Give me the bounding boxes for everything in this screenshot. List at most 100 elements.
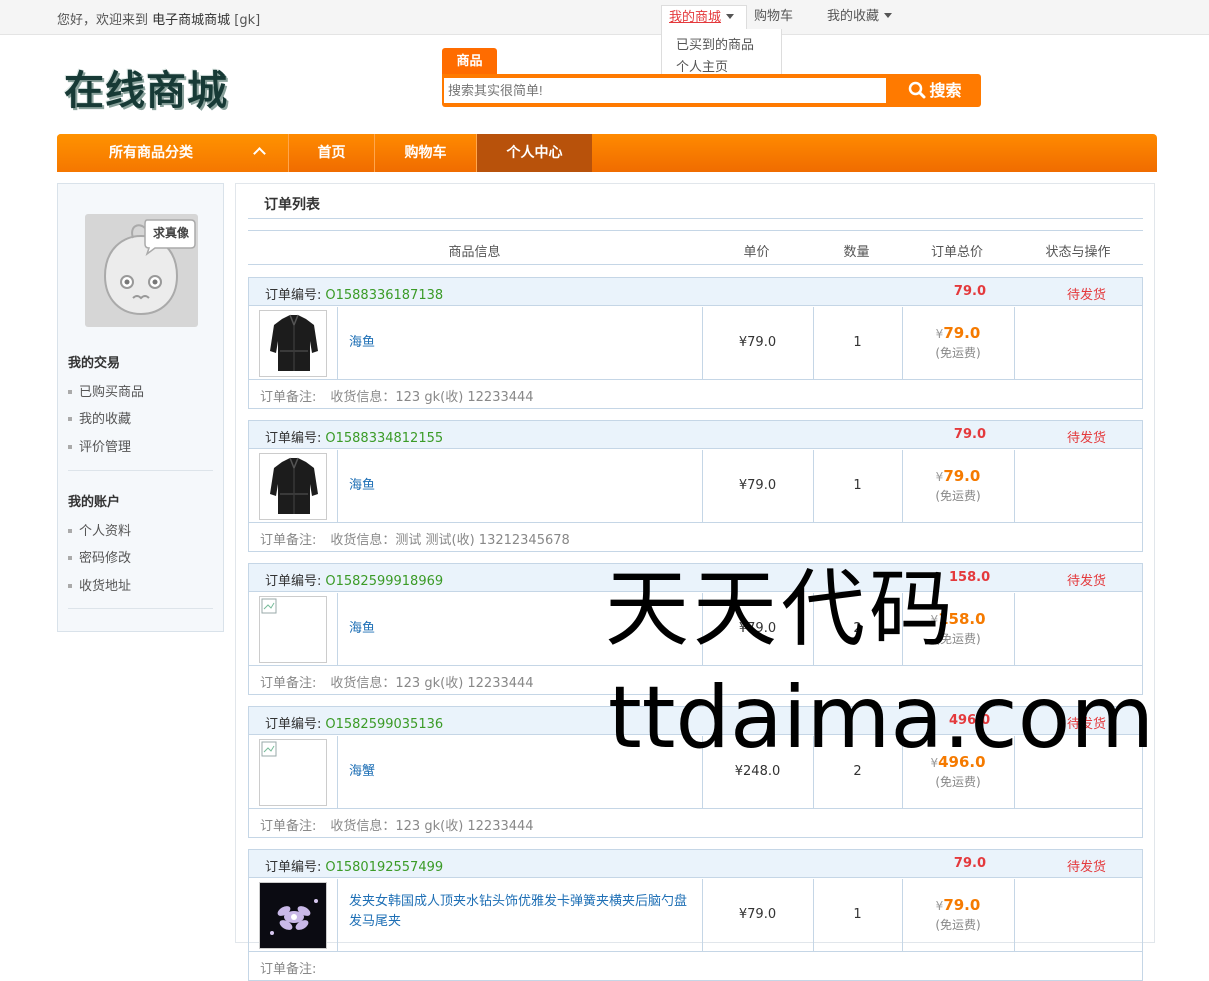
sidebar-item-label[interactable]: 我的收藏 — [79, 412, 131, 427]
quantity: 1 — [853, 907, 862, 922]
product-thumbnail[interactable] — [259, 882, 327, 949]
sidebar-item-purchased[interactable]: 已购买商品 — [68, 381, 144, 400]
sidebar-item-reviews[interactable]: 评价管理 — [68, 436, 131, 455]
order-number-label: 订单编号: — [265, 574, 322, 589]
order-number: 订单编号: O1580192557499 — [265, 856, 443, 875]
bullet-icon — [68, 584, 72, 588]
favorites-menu[interactable]: 我的收藏 — [827, 5, 893, 30]
product-thumbnail[interactable] — [259, 596, 327, 663]
nav-cart[interactable]: 购物车 — [374, 134, 476, 172]
order-number-label: 订单编号: — [265, 431, 322, 446]
search-button[interactable]: 搜索 — [892, 78, 978, 104]
page-title: 订单列表 — [264, 197, 320, 213]
sidebar-item-favorites[interactable]: 我的收藏 — [68, 408, 131, 427]
order-header: 订单编号: O1580192557499 79.0 待发货 — [249, 850, 1142, 878]
bullet-icon — [68, 445, 72, 449]
product-thumbnail[interactable] — [259, 739, 327, 806]
sidebar-divider — [68, 608, 213, 609]
order-number-label: 订单编号: — [265, 288, 322, 303]
shipping-info: 收货信息：123 gk(收) 12233444 — [330, 676, 534, 691]
sidebar-item-address[interactable]: 收货地址 — [68, 575, 131, 594]
order-note-label: 订单备注: — [260, 819, 317, 834]
sidebar-item-label[interactable]: 已购买商品 — [79, 385, 144, 400]
order-card: 订单编号: O1588336187138 79.0 待发货 海鱼 ¥79.0 1 ¥79.0(… — [248, 277, 1143, 409]
sidebar-item-label[interactable]: 收货地址 — [79, 579, 131, 594]
free-shipping-note: (免运费) — [935, 775, 981, 789]
col-unit-price: 单价 — [743, 245, 770, 260]
product-name-link[interactable]: 海鱼 — [349, 333, 689, 353]
col-order-total: 订单总价 — [930, 245, 983, 260]
all-categories-menu[interactable]: 所有商品分类 — [57, 134, 288, 172]
avatar[interactable]: 求真像 — [85, 214, 198, 327]
sidebar: 求真像 我的交易 已购买商品 我的收藏 评价管理 我的账户 个人资料 密码修改 … — [57, 183, 224, 632]
bullet-icon — [68, 529, 72, 533]
order-number-value: O1588334812155 — [325, 431, 444, 446]
product-name-link[interactable]: 海鱼 — [349, 476, 689, 496]
shipping-info: 收货信息：测试 测试(收) 13212345678 — [330, 533, 570, 548]
cell-divider — [1014, 593, 1015, 666]
dropdown-item-purchased[interactable]: 已买到的商品 — [676, 35, 781, 57]
sidebar-item-label[interactable]: 个人资料 — [79, 524, 131, 539]
order-number-value: O1582599918969 — [325, 574, 444, 589]
col-status-actions: 状态与操作 — [1045, 245, 1111, 260]
unit-price: ¥79.0 — [738, 478, 777, 493]
sidebar-item-label[interactable]: 密码修改 — [79, 551, 131, 566]
product-thumbnail[interactable] — [259, 453, 327, 520]
order-number: 订单编号: O1588334812155 — [265, 427, 443, 446]
section-my-account: 我的账户 — [68, 495, 121, 510]
order-status[interactable]: 待发货 — [1067, 856, 1106, 875]
top-bar: 您好，欢迎来到 电子商城商城 [gk] 我的商城 购物车 我的收藏 — [0, 0, 1209, 35]
cell-divider — [1014, 307, 1015, 380]
order-note-label: 订单备注: — [260, 390, 317, 405]
chevron-up-icon — [253, 147, 266, 160]
order-note: 订单备注: 收货信息：123 gk(收) 12233444 — [260, 386, 548, 405]
sidebar-item-label[interactable]: 评价管理 — [79, 440, 131, 455]
line-total-amount: 79.0 — [943, 467, 981, 485]
cell-divider — [337, 307, 338, 380]
search-box: 搜索 — [442, 74, 981, 107]
search-tab-products[interactable]: 商品 — [442, 48, 497, 76]
shipping-info: 收货信息：123 gk(收) 12233444 — [330, 390, 534, 405]
bullet-icon — [68, 390, 72, 394]
order-header: 订单编号: O1588336187138 79.0 待发货 — [249, 278, 1142, 306]
welcome-prefix: 您好，欢迎来到 — [57, 13, 153, 28]
line-total: ¥79.0 (免运费) — [902, 324, 1014, 361]
sidebar-divider — [68, 470, 213, 471]
order-item-row: 发夹女韩国成人顶夹水钻头饰优雅发卡弹簧夹横夹后脑勺盘发马尾夹 ¥79.0 1 ¥79.… — [249, 879, 1142, 952]
top-cart-link[interactable]: 购物车 — [754, 5, 793, 30]
table-header: 商品信息 单价 数量 订单总价 状态与操作 — [248, 230, 1143, 265]
nav-user-center[interactable]: 个人中心 — [476, 134, 592, 172]
order-note-label: 订单备注: — [260, 962, 317, 977]
site-name: 电子商城商城 — [152, 13, 231, 28]
my-mall-label[interactable]: 我的商城 — [669, 10, 721, 25]
order-card: 订单编号: O1580192557499 79.0 待发货发夹女韩国成人顶夹水钻头饰优… — [248, 849, 1143, 981]
product-hairclip-image — [260, 883, 326, 948]
col-product-info: 商品信息 — [448, 245, 501, 260]
order-number-value: O1588336187138 — [325, 288, 444, 303]
quantity: 1 — [853, 478, 862, 493]
favorites-label[interactable]: 我的收藏 — [827, 9, 879, 24]
cell-divider — [337, 450, 338, 523]
order-status[interactable]: 待发货 — [1067, 284, 1106, 303]
sidebar-item-password[interactable]: 密码修改 — [68, 547, 131, 566]
my-mall-menu[interactable]: 我的商城 — [661, 5, 747, 30]
order-status[interactable]: 待发货 — [1067, 427, 1106, 446]
broken-image-icon — [261, 741, 277, 757]
order-status[interactable]: 待发货 — [1067, 570, 1106, 589]
search-button-label[interactable]: 搜索 — [929, 81, 961, 100]
order-number-label: 订单编号: — [265, 860, 322, 875]
order-note: 订单备注: 收货信息：测试 测试(收) 13212345678 — [260, 529, 584, 548]
product-thumbnail[interactable] — [259, 310, 327, 377]
sidebar-item-profile[interactable]: 个人资料 — [68, 520, 131, 539]
welcome-text: 您好，欢迎来到 电子商城商城 [gk] — [57, 9, 260, 28]
shipping-info: 收货信息：123 gk(收) 12233444 — [330, 819, 534, 834]
nav-home[interactable]: 首页 — [288, 134, 374, 172]
line-total: ¥79.0 (免运费) — [902, 896, 1014, 933]
cell-divider — [337, 736, 338, 809]
search-input[interactable] — [444, 78, 886, 103]
order-note: 订单备注: — [260, 958, 344, 977]
site-logo[interactable]: 在线商城 — [64, 58, 228, 116]
product-name-link[interactable]: 发夹女韩国成人顶夹水钻头饰优雅发卡弹簧夹横夹后脑勺盘发马尾夹 — [349, 892, 689, 932]
order-total-amount: 79.0 — [953, 856, 986, 871]
all-categories-label[interactable]: 所有商品分类 — [109, 145, 193, 161]
